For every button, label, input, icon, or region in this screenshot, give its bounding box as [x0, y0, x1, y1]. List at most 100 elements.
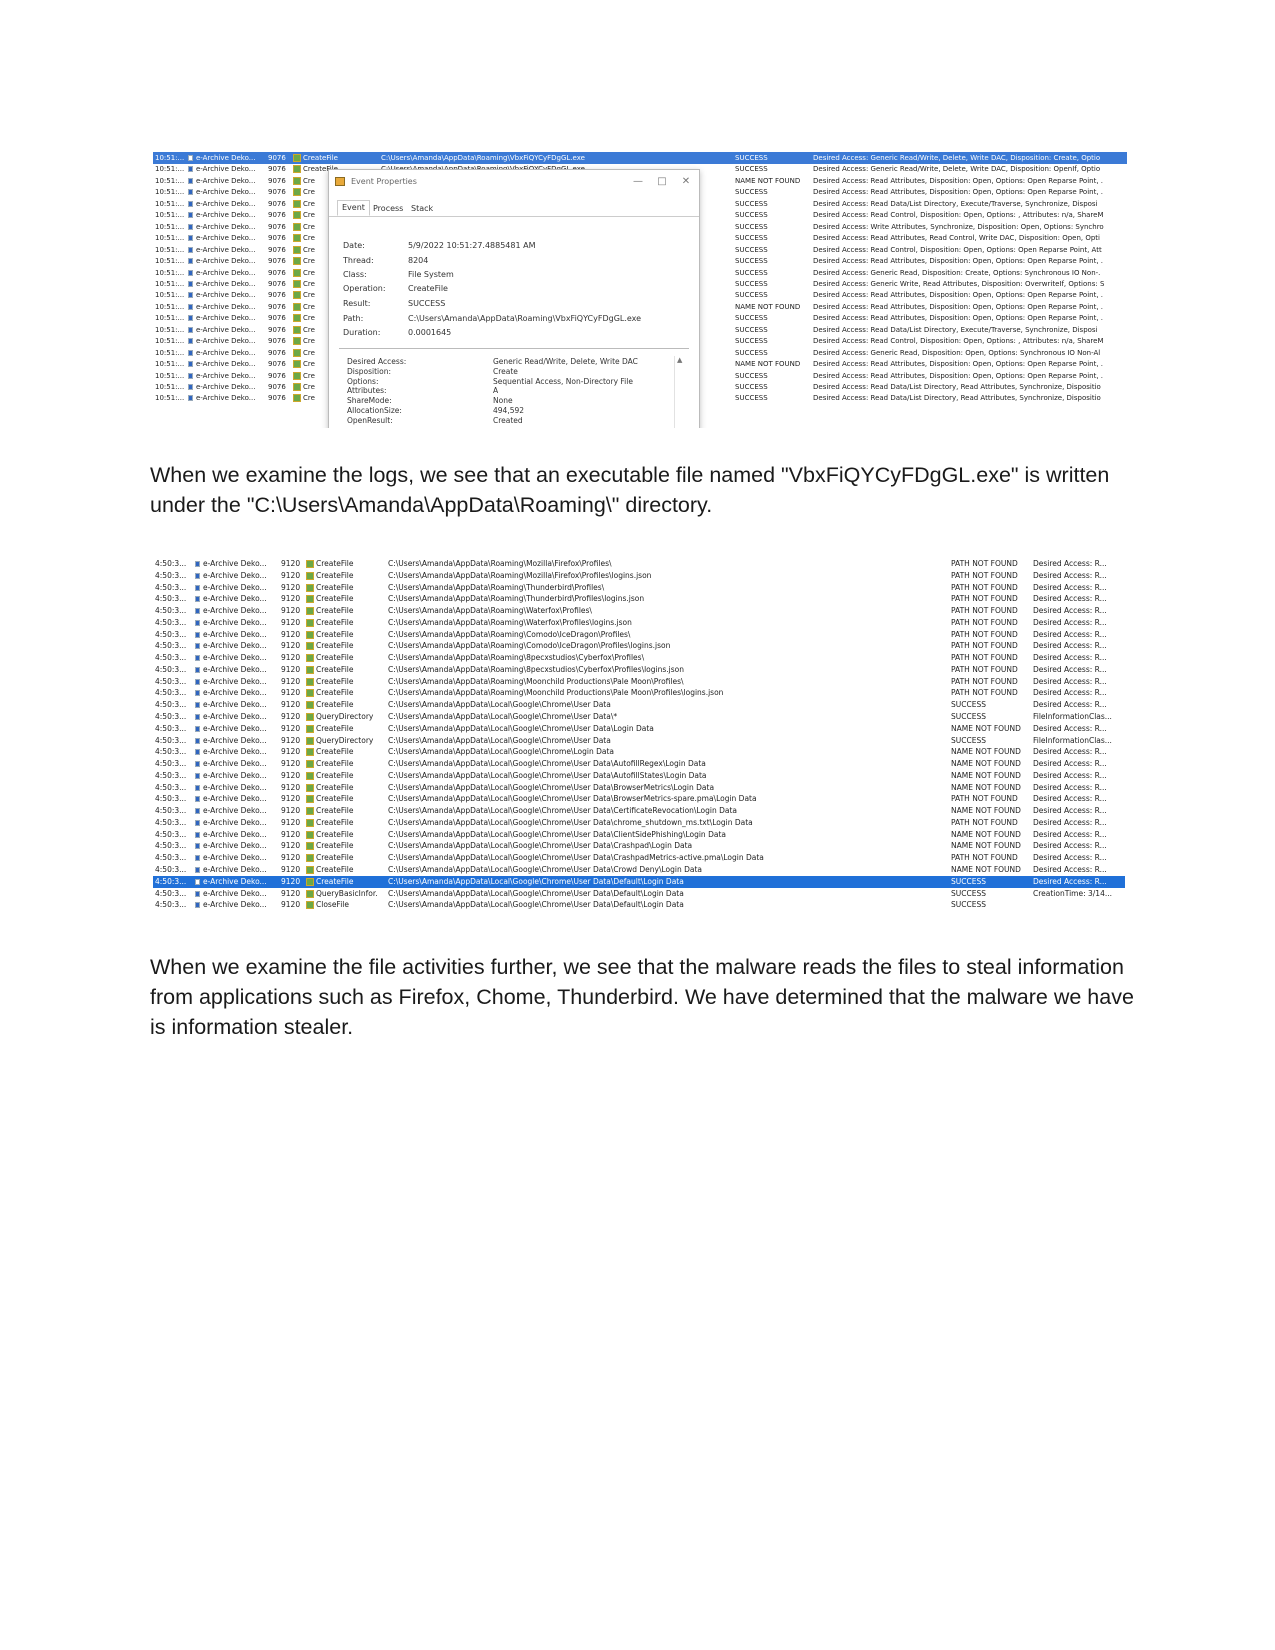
table-row[interactable]: 4:50:3... e-Archive Deko... 9120 QueryDirec… [153, 711, 1125, 723]
cell-path: C:\Users\Amanda\AppData\Local\Google\Chr… [388, 770, 707, 780]
table-row[interactable]: 4:50:3... e-Archive Deko... 9120 CreateFile… [153, 770, 1125, 782]
table-row[interactable]: 4:50:3... e-Archive Deko... 9120 CreateFile… [153, 875, 1125, 888]
filesystem-icon [306, 748, 314, 757]
filesystem-icon [306, 701, 314, 710]
cell-process-name: e-Archive Deko... [196, 211, 256, 220]
filesystem-icon [306, 783, 314, 792]
scroll-up-icon[interactable]: ▲ [677, 356, 682, 364]
table-row[interactable]: 4:50:3... e-Archive Deko... 9120 CreateFile… [153, 640, 1125, 652]
cell-detail: Desired Access: Generic Write, Read Attr… [813, 279, 1105, 288]
filesystem-icon [293, 337, 301, 346]
table-row[interactable]: 4:50:3... e-Archive Deko... 9120 CreateFile… [153, 817, 1125, 829]
table-row[interactable]: 4:50:3... e-Archive Deko... 9120 QueryDirec… [153, 735, 1125, 747]
table-row[interactable]: 4:50:3... e-Archive Deko... 9120 CreateFile… [153, 582, 1125, 594]
cell-time: 10:51:... [155, 188, 185, 197]
cell-result: SUCCESS [735, 188, 768, 197]
dialog-title: Event Properties [351, 177, 417, 186]
table-row[interactable]: 4:50:3... e-Archive Deko... 9120 CreateFile… [153, 782, 1125, 794]
cell-time: 10:51:... [155, 371, 185, 380]
cell-process-name: e-Archive Deko... [196, 154, 256, 162]
table-row[interactable]: 4:50:3... e-Archive Deko... 9120 CreateFile… [153, 746, 1125, 758]
cell-process-name: e-Archive Deko... [203, 759, 267, 769]
cell-detail: Desired Access: Read Data/List Directory… [813, 325, 1098, 334]
field-label: Path: [343, 314, 364, 323]
table-row[interactable]: 4:50:3... e-Archive Deko... 9120 CreateFile… [153, 617, 1125, 629]
table-row[interactable]: 4:50:3... e-Archive Deko... 9120 CreateFile… [153, 605, 1125, 617]
cell-pid: 9120 [281, 606, 301, 616]
cell-result: SUCCESS [951, 700, 986, 710]
process-icon [188, 315, 193, 322]
cell-result: PATH NOT FOUND [951, 688, 1018, 698]
table-row[interactable]: 10:51:... e-Archive Deko... 9076 CreateFile… [153, 152, 1127, 164]
cell-process-name: e-Archive Deko... [203, 747, 267, 757]
table-row[interactable]: 4:50:3... e-Archive Deko... 9120 CreateFile… [153, 629, 1125, 641]
cell-result: SUCCESS [735, 383, 768, 391]
cell-detail: Desired Access: R... [1033, 582, 1107, 592]
cell-process-name: e-Archive Deko... [203, 888, 267, 898]
cell-time: 10:51:... [155, 302, 185, 311]
tab-stack[interactable]: Stack [407, 202, 437, 216]
table-row[interactable]: 4:50:3... e-Archive Deko... 9120 CreateFile… [153, 852, 1125, 864]
cell-time: 10:51:... [155, 360, 185, 369]
table-row[interactable]: 4:50:3... e-Archive Deko... 9120 CreateFile… [153, 829, 1125, 841]
table-row[interactable]: 4:50:3... e-Archive Deko... 9120 CreateFile… [153, 664, 1125, 676]
cell-time: 10:51:... [155, 199, 185, 208]
cell-operation: CreateFile [316, 829, 354, 839]
minimize-icon[interactable]: — [627, 170, 649, 194]
filesystem-icon [306, 583, 314, 592]
filesystem-icon [306, 736, 314, 745]
tab-event[interactable]: Event [337, 200, 370, 216]
process-icon [188, 212, 193, 219]
table-row[interactable]: 4:50:3... e-Archive Deko... 9120 CreateFile… [153, 793, 1125, 805]
filesystem-icon [306, 607, 314, 616]
cell-path: C:\Users\Amanda\AppData\Local\Google\Chr… [388, 806, 737, 816]
cell-result: SUCCESS [735, 257, 768, 266]
tab-process[interactable]: Process [369, 202, 407, 216]
table-row[interactable]: 4:50:3... e-Archive Deko... 9120 CloseFile C… [153, 899, 1125, 911]
cell-time: 10:51:... [155, 165, 185, 174]
table-row[interactable]: 4:50:3... e-Archive Deko... 9120 CreateFile… [153, 840, 1125, 852]
cell-pid: 9076 [268, 154, 286, 162]
cell-operation: CreateFile [316, 817, 354, 827]
cell-process-name: e-Archive Deko... [203, 676, 267, 686]
cell-pid: 9120 [281, 629, 301, 639]
table-row[interactable]: 4:50:3... e-Archive Deko... 9120 CreateFile… [153, 676, 1125, 688]
cell-pid: 9120 [281, 806, 301, 816]
detail-label: ShareMode: [347, 396, 392, 406]
process-icon [195, 678, 200, 685]
cell-pid: 9120 [281, 653, 301, 663]
table-row[interactable]: 4:50:3... e-Archive Deko... 9120 CreateFile… [153, 805, 1125, 817]
paragraph-logs: When we examine the logs, we see that an… [150, 463, 1110, 517]
table-row[interactable]: 4:50:3... e-Archive Deko... 9120 CreateFile… [153, 593, 1125, 605]
table-row[interactable]: 4:50:3... e-Archive Deko... 9120 CreateFile… [153, 558, 1125, 570]
table-row[interactable]: 4:50:3... e-Archive Deko... 9120 QueryBasic… [153, 888, 1125, 900]
detail-label: Desired Access: [347, 357, 407, 366]
filesystem-icon [293, 314, 301, 323]
cell-operation: CloseFile [316, 900, 349, 910]
cell-time: 4:50:3... [155, 876, 187, 886]
cell-pid: 9076 [268, 234, 286, 243]
filesystem-icon [306, 866, 314, 875]
filesystem-icon [293, 325, 301, 334]
cell-path: C:\Users\Amanda\AppData\Roaming\Mozilla\… [388, 570, 652, 580]
table-row[interactable]: 4:50:3... e-Archive Deko... 9120 CreateFile… [153, 687, 1125, 699]
cell-pid: 9076 [268, 291, 286, 300]
process-icon [195, 784, 200, 791]
details-scrollbar[interactable]: ▲ [674, 356, 687, 428]
cell-result: NAME NOT FOUND [735, 360, 801, 369]
table-row[interactable]: 4:50:3... e-Archive Deko... 9120 CreateFile… [153, 652, 1125, 664]
field-label: Duration: [343, 328, 381, 337]
table-row[interactable]: 4:50:3... e-Archive Deko... 9120 CreateFile… [153, 758, 1125, 770]
table-row[interactable]: 4:50:3... e-Archive Deko... 9120 CreateFile… [153, 723, 1125, 735]
table-row[interactable]: 4:50:3... e-Archive Deko... 9120 CreateFile… [153, 864, 1125, 876]
table-row[interactable]: 4:50:3... e-Archive Deko... 9120 CreateFile… [153, 699, 1125, 711]
cell-result: NAME NOT FOUND [951, 841, 1021, 851]
close-icon[interactable]: ✕ [675, 170, 697, 194]
cell-pid: 9076 [268, 245, 286, 254]
table-row[interactable]: 4:50:3... e-Archive Deko... 9120 CreateFile… [153, 570, 1125, 582]
cell-result: SUCCESS [735, 245, 768, 254]
field-label: Operation: [343, 284, 386, 293]
filesystem-icon [293, 165, 301, 174]
maximize-icon[interactable]: □ [651, 170, 673, 194]
cell-process-name: e-Archive Deko... [196, 199, 256, 208]
